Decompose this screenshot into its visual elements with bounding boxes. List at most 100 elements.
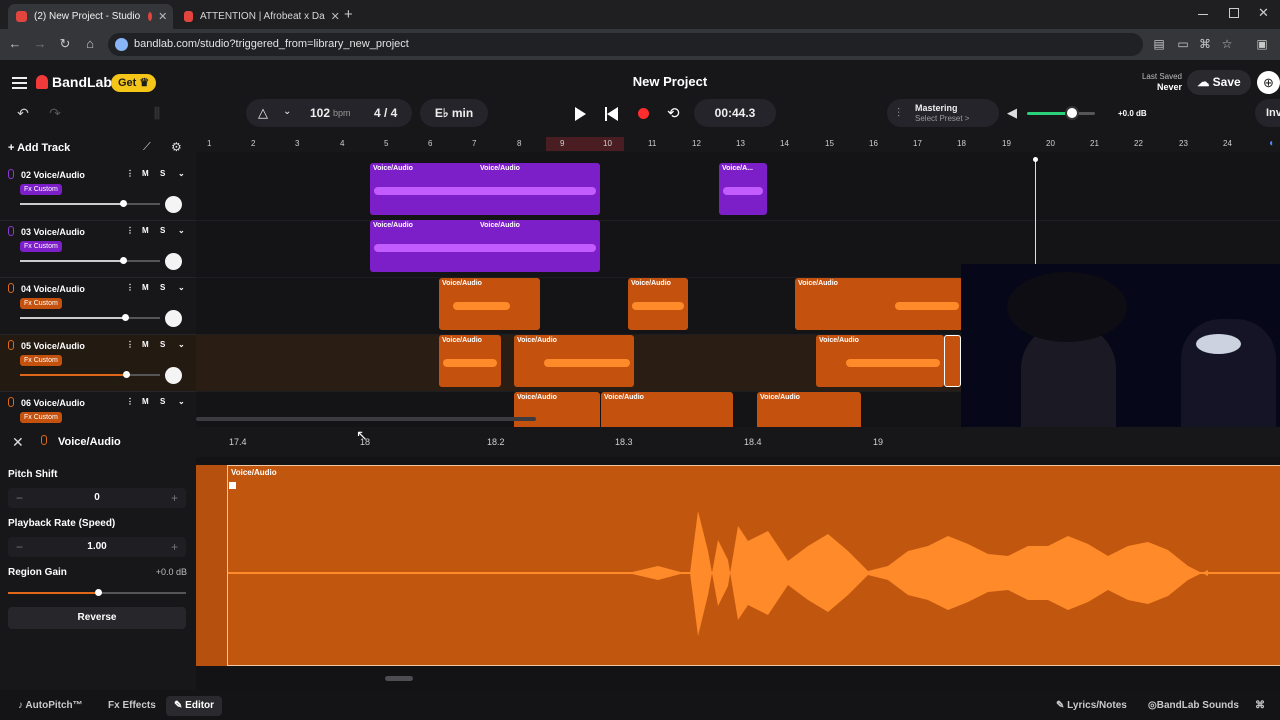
browser-tab-attention[interactable]: ATTENTION | Afrobeat x Da ✕ — [176, 4, 341, 29]
forward-icon[interactable]: → — [32, 36, 48, 52]
playback-rate-stepper[interactable]: − 1.00 + — [8, 537, 186, 557]
side-panel-icon[interactable]: ▣ — [1254, 36, 1270, 52]
close-tab-icon[interactable]: ✕ — [152, 10, 167, 23]
audio-clip[interactable]: Voice/Audio — [439, 278, 540, 330]
time-signature[interactable]: 4 / 4 — [374, 106, 397, 120]
loop-region[interactable] — [546, 137, 624, 151]
pan-knob[interactable] — [165, 310, 182, 327]
volume-knob[interactable] — [120, 200, 127, 207]
mute-button[interactable]: M — [142, 169, 149, 178]
audio-clip[interactable]: Voice/Audio Voice/Audio — [370, 163, 600, 215]
chevron-down-icon[interactable]: ⌄ — [178, 283, 185, 292]
track-menu-icon[interactable]: ⋮ — [126, 169, 134, 178]
minimize-window-icon[interactable] — [1198, 14, 1208, 15]
address-bar[interactable]: bandlab.com/studio?triggered_from=librar… — [108, 33, 1143, 56]
master-volume-knob[interactable] — [1065, 106, 1079, 120]
bandlab-logo[interactable]: BandLab — [36, 74, 112, 90]
cast-icon[interactable]: ▭ — [1175, 36, 1191, 52]
invite-button[interactable]: Inv — [1255, 99, 1280, 127]
audio-clip[interactable]: Voice/Audio — [757, 392, 861, 427]
play-button[interactable] — [575, 107, 586, 121]
undo-icon[interactable]: ↶ — [14, 105, 32, 121]
track-row[interactable]: 03 Voice/Audio Fx Custom ⋮ M S ⌄ — [0, 221, 196, 278]
volume-icon[interactable]: ◀ — [1007, 105, 1017, 121]
track-menu-icon[interactable]: ⋮ — [126, 226, 134, 235]
track-menu-icon[interactable]: ⋮ — [126, 397, 134, 406]
home-icon[interactable]: ⌂ — [82, 36, 98, 52]
loop-icon[interactable]: ⟲ — [667, 104, 680, 122]
add-track-button[interactable]: + Add Track — [8, 142, 70, 154]
audio-clip[interactable]: Voice/Audio — [514, 335, 634, 387]
increment-button[interactable]: + — [171, 540, 178, 554]
volume-slider[interactable] — [20, 314, 160, 321]
volume-knob[interactable] — [120, 257, 127, 264]
track-menu-icon[interactable]: ⋮ — [126, 283, 134, 292]
mute-button[interactable]: M — [142, 226, 149, 235]
track-row[interactable]: 02 Voice/Audio Fx Custom ⋮ M S ⌄ — [0, 164, 196, 221]
mastering-selector[interactable]: ⫶ Mastering Select Preset > — [887, 99, 999, 127]
chevron-down-icon[interactable]: ⌄ — [283, 106, 291, 117]
editor-scrollbar[interactable] — [385, 676, 413, 681]
key-selector[interactable]: E♭ min — [420, 99, 488, 127]
increment-button[interactable]: + — [171, 491, 178, 505]
lyrics-notes-button[interactable]: ✎ Lyrics/Notes — [1048, 696, 1135, 716]
maximize-window-icon[interactable] — [1229, 8, 1239, 18]
metronome-icon[interactable]: △ — [258, 105, 268, 121]
track-row-selected[interactable]: 05 Voice/Audio Fx Custom ⋮ M S ⌄ — [0, 335, 196, 392]
volume-slider[interactable] — [20, 257, 160, 264]
audio-clip[interactable]: Voice/Audio — [795, 278, 963, 330]
close-tab-icon[interactable]: ✕ — [325, 10, 340, 23]
volume-slider[interactable] — [20, 371, 160, 378]
magic-wand-icon[interactable]: ⟋ — [143, 141, 151, 154]
selected-audio-clip[interactable] — [944, 335, 961, 387]
audio-clip[interactable]: Voice/Audio — [439, 335, 501, 387]
back-icon[interactable]: ← — [7, 36, 23, 52]
site-info-icon[interactable] — [115, 38, 128, 51]
editor-button[interactable]: ✎ Editor — [166, 696, 223, 716]
fx-badge[interactable]: Fx Custom — [20, 298, 62, 309]
track-lane[interactable]: Voice/Audio Voice/Audio Voice/A... — [196, 163, 1280, 221]
skip-to-start-button[interactable] — [605, 107, 619, 121]
save-button[interactable]: ☁ Save — [1187, 70, 1251, 95]
timeline-ruler[interactable]: 1 2 3 4 5 6 7 8 9 10 11 12 13 14 15 16 1… — [196, 136, 1280, 152]
audio-clip[interactable]: Voice/Audio — [816, 335, 944, 387]
chevron-down-icon[interactable]: ⌄ — [178, 397, 185, 406]
more-tools-icon[interactable]: ⌘ — [1255, 696, 1265, 716]
chevron-down-icon[interactable]: ⌄ — [178, 340, 185, 349]
reverse-button[interactable]: Reverse — [8, 607, 186, 629]
chevron-down-icon[interactable]: ⌄ — [178, 226, 185, 235]
playhead[interactable] — [1033, 157, 1038, 264]
pan-knob[interactable] — [165, 367, 182, 384]
audio-clip[interactable]: Voice/Audio Voice/Audio — [370, 220, 600, 272]
solo-button[interactable]: S — [160, 169, 165, 178]
mixer-icon[interactable]: ⫼ — [148, 105, 166, 121]
zoom-icon[interactable]: ◖ — [1268, 138, 1274, 149]
solo-button[interactable]: S — [160, 226, 165, 235]
audio-clip[interactable]: Voice/Audio — [628, 278, 688, 330]
volume-knob[interactable] — [123, 371, 130, 378]
solo-button[interactable]: S — [160, 283, 165, 292]
audio-clip[interactable]: Voice/A... — [719, 163, 767, 215]
new-tab-button[interactable]: + — [344, 6, 353, 23]
gain-knob[interactable] — [95, 589, 102, 596]
audio-clip[interactable]: Voice/Audio — [601, 392, 733, 427]
audio-clip[interactable]: Voice/Audio — [514, 392, 600, 427]
volume-slider[interactable] — [20, 200, 160, 207]
bandlab-sounds-button[interactable]: ◎BandLab Sounds — [1140, 696, 1247, 716]
translate-icon[interactable]: ⌘ — [1197, 36, 1213, 52]
reading-list-icon[interactable]: ▤ — [1151, 36, 1167, 52]
close-editor-icon[interactable]: ✕ — [12, 434, 24, 451]
volume-knob[interactable] — [122, 314, 129, 321]
record-button[interactable] — [638, 108, 649, 119]
redo-icon[interactable]: ↷ — [46, 105, 64, 121]
track-row[interactable]: 06 Voice/Audio Fx Custom ⋮ M S ⌄ — [0, 392, 196, 427]
bpm-value[interactable]: 102 — [310, 106, 330, 120]
region-gain-slider[interactable] — [8, 589, 186, 596]
pitch-shift-stepper[interactable]: − 0 + — [8, 488, 186, 508]
tracks-settings-icon[interactable]: ⚙ — [171, 140, 182, 154]
project-title[interactable]: New Project — [560, 74, 780, 89]
get-membership-button[interactable]: Get ♛ — [111, 74, 157, 92]
pan-knob[interactable] — [165, 253, 182, 270]
mute-button[interactable]: M — [142, 340, 149, 349]
close-window-icon[interactable]: ✕ — [1258, 5, 1269, 21]
